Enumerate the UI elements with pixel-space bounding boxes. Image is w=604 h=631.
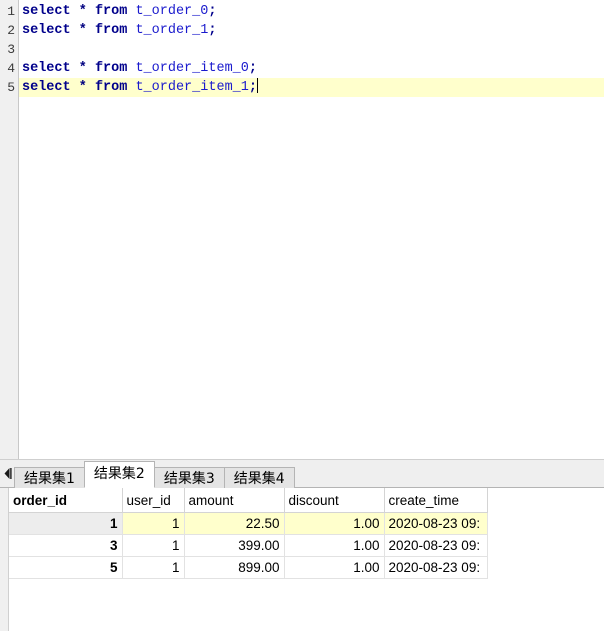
code-line-3-empty[interactable] <box>19 40 604 59</box>
result-set-tabs: 结果集1 结果集2 结果集3 结果集4 <box>14 460 295 490</box>
sql-table-name: t_order_0 <box>135 4 209 19</box>
code-line-5-active[interactable]: select * from t_order_item_1; <box>19 78 604 97</box>
sql-star: * <box>78 4 87 19</box>
sql-table-name: t_order_item_1 <box>135 80 249 95</box>
table-header-row: order_id user_id amount discount create_… <box>9 488 488 513</box>
line-number: 2 <box>7 23 15 38</box>
line-number: 5 <box>7 80 15 95</box>
sql-star: * <box>78 23 87 38</box>
editor-text-area[interactable]: select * from t_order_0; select * from t… <box>19 0 604 459</box>
column-header-create-time[interactable]: create_time <box>384 488 488 513</box>
sql-client-window: 1 2 3 4 5 select * from t_order_0; selec… <box>0 0 604 631</box>
cell-discount[interactable]: 1.00 <box>284 534 385 557</box>
tab-result-set-2[interactable]: 结果集2 <box>83 461 155 488</box>
line-number: 3 <box>7 42 15 57</box>
sql-star: * <box>78 61 87 76</box>
code-line-2[interactable]: select * from t_order_1; <box>19 21 604 40</box>
tab-result-set-1[interactable]: 结果集1 <box>14 467 85 490</box>
code-line-4[interactable]: select * from t_order_item_0; <box>19 59 604 78</box>
cell-user-id[interactable]: 1 <box>122 556 185 579</box>
cell-amount[interactable]: 899.00 <box>184 556 285 579</box>
cell-amount[interactable]: 399.00 <box>184 534 285 557</box>
table-row[interactable]: 3 1 399.00 1.00 2020-08-23 09: <box>9 534 488 557</box>
column-header-user-id[interactable]: user_id <box>122 488 185 513</box>
sql-keyword-select: select <box>22 80 71 95</box>
cell-create-time[interactable]: 2020-08-23 09: <box>384 556 488 579</box>
cell-order-id[interactable]: 3 <box>9 534 123 557</box>
text-cursor <box>256 78 258 93</box>
tab-result-set-4[interactable]: 结果集4 <box>223 467 295 490</box>
cell-amount[interactable]: 22.50 <box>184 512 285 535</box>
sql-star: * <box>78 80 87 95</box>
cell-order-id[interactable]: 5 <box>9 556 123 579</box>
table-row[interactable]: 5 1 899.00 1.00 2020-08-23 09: <box>9 556 488 579</box>
sql-editor[interactable]: 1 2 3 4 5 select * from t_order_0; selec… <box>0 0 604 460</box>
cell-user-id[interactable]: 1 <box>122 512 185 535</box>
editor-line-number-gutter: 1 2 3 4 5 <box>0 0 19 459</box>
cell-order-id[interactable]: 1 <box>9 512 123 535</box>
line-number: 1 <box>7 4 15 19</box>
grid-row-gutter <box>0 488 9 631</box>
sql-keyword-select: select <box>22 4 71 19</box>
table-row[interactable]: 1 1 22.50 1.00 2020-08-23 09: <box>9 512 488 535</box>
sql-table-name: t_order_item_0 <box>135 61 249 76</box>
column-header-discount[interactable]: discount <box>284 488 385 513</box>
result-table: order_id user_id amount discount create_… <box>9 488 488 579</box>
result-grid[interactable]: order_id user_id amount discount create_… <box>9 488 604 631</box>
sql-semicolon: ; <box>208 23 217 38</box>
sql-keyword-select: select <box>22 61 71 76</box>
collapse-left-icon[interactable] <box>0 460 14 487</box>
sql-keyword-from: from <box>94 23 128 38</box>
cell-create-time[interactable]: 2020-08-23 09: <box>384 534 488 557</box>
sql-semicolon: ; <box>248 61 257 76</box>
sql-semicolon: ; <box>248 80 257 95</box>
code-line-1[interactable]: select * from t_order_0; <box>19 2 604 21</box>
column-header-order-id[interactable]: order_id <box>9 488 123 513</box>
tab-result-set-3[interactable]: 结果集3 <box>153 467 225 490</box>
result-grid-panel: order_id user_id amount discount create_… <box>0 488 604 631</box>
sql-semicolon: ; <box>208 4 217 19</box>
sql-keyword-from: from <box>94 61 128 76</box>
sql-keyword-from: from <box>94 4 128 19</box>
column-header-amount[interactable]: amount <box>184 488 285 513</box>
line-number: 4 <box>7 61 15 76</box>
cell-discount[interactable]: 1.00 <box>284 556 385 579</box>
cell-user-id[interactable]: 1 <box>122 534 185 557</box>
sql-keyword-from: from <box>94 80 128 95</box>
result-set-tab-bar: 结果集1 结果集2 结果集3 结果集4 <box>0 460 604 490</box>
cell-discount[interactable]: 1.00 <box>284 512 385 535</box>
cell-create-time[interactable]: 2020-08-23 09: <box>384 512 488 535</box>
sql-table-name: t_order_1 <box>135 23 209 38</box>
sql-keyword-select: select <box>22 23 71 38</box>
